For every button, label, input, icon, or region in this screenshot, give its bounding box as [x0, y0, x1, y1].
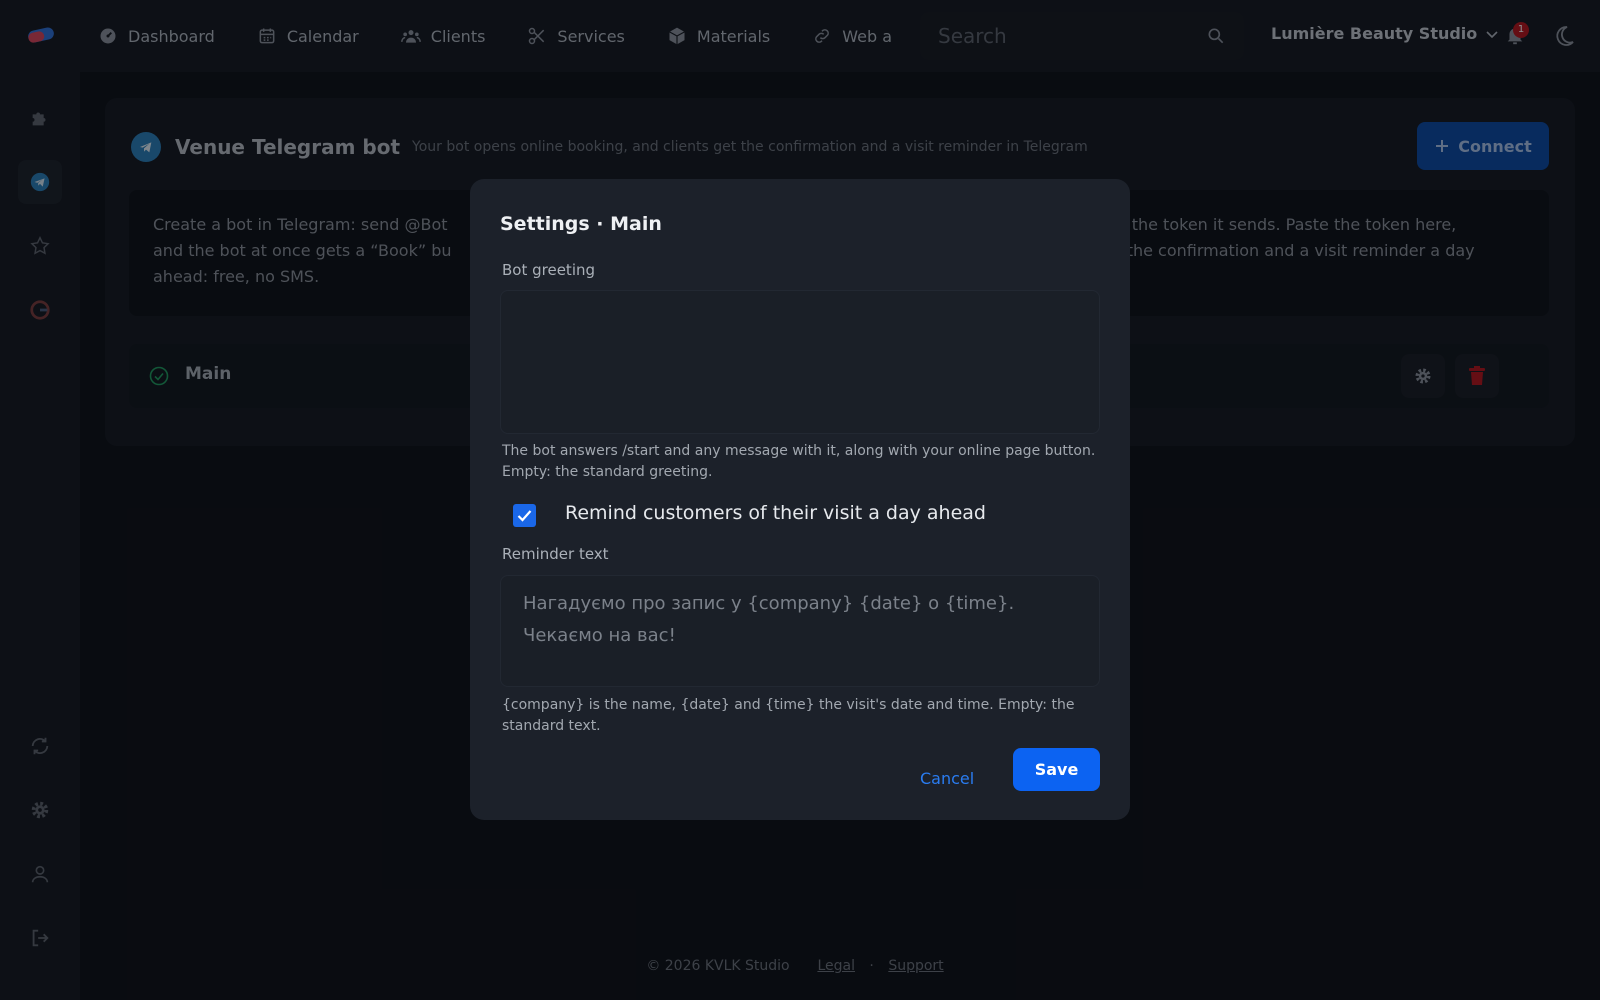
settings-modal: Settings · Main Bot greeting The bot ans… — [470, 179, 1130, 820]
greeting-label: Bot greeting — [502, 261, 596, 279]
reminder-label: Reminder text — [502, 545, 609, 563]
greeting-hint: The bot answers /start and any message w… — [502, 443, 1096, 480]
greeting-textarea[interactable] — [500, 290, 1100, 434]
save-button[interactable]: Save — [1013, 748, 1100, 791]
modal-title: Settings · Main — [500, 213, 662, 235]
reminder-textarea[interactable] — [500, 575, 1100, 687]
check-icon — [517, 510, 532, 522]
reminder-checkbox-label[interactable]: Remind customers of their visit a day ah… — [565, 502, 986, 524]
cancel-button[interactable]: Cancel — [920, 769, 974, 788]
reminder-checkbox[interactable] — [513, 504, 536, 527]
reminder-hint: {company} is the name, {date} and {time}… — [502, 697, 1075, 734]
